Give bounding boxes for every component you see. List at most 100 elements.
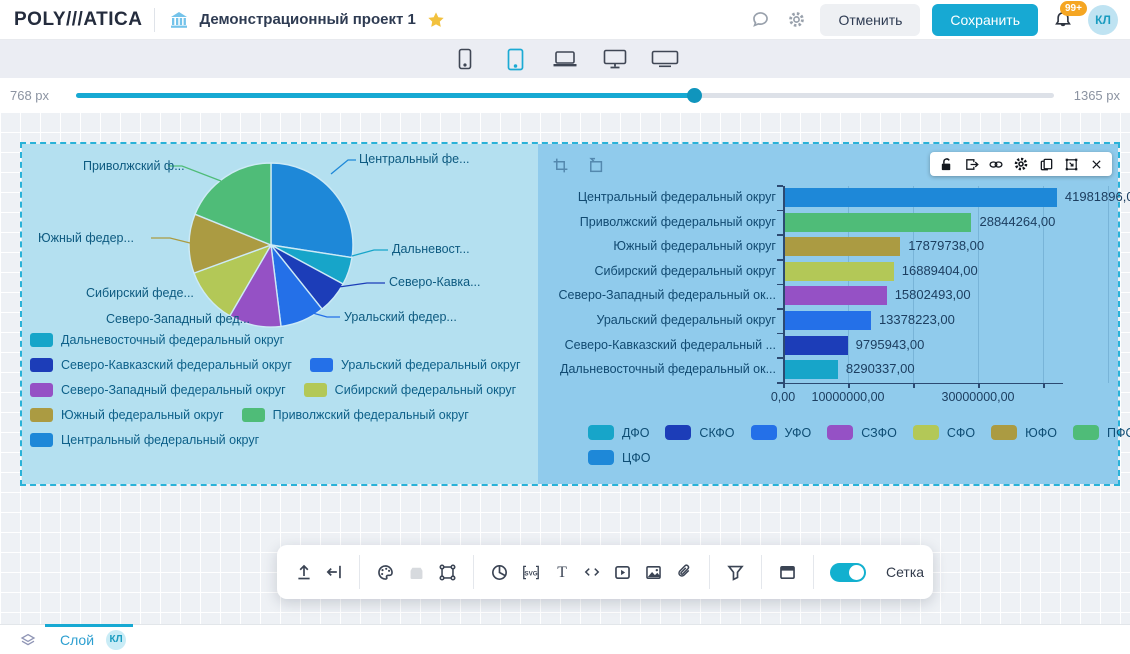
width-slider-fill [76, 93, 694, 98]
legend-item[interactable]: ПФО [1073, 425, 1130, 440]
bar[interactable] [784, 188, 1057, 207]
widget-selection-group[interactable]: Центральный фе...Дальневост...Северо-Кав… [20, 142, 1120, 486]
bar[interactable] [784, 286, 887, 305]
pie-chart-widget[interactable]: Центральный фе...Дальневост...Северо-Кав… [22, 144, 538, 484]
close-widget-icon[interactable] [1088, 156, 1104, 172]
panel-icon[interactable] [778, 560, 797, 584]
bar-row[interactable]: Северо-Кавказский федеральный ...9795943… [538, 334, 1116, 359]
pie-chart-tool-icon[interactable] [490, 560, 509, 584]
bar[interactable] [784, 336, 848, 355]
legend-item[interactable]: Центральный федеральный округ [30, 433, 259, 447]
layer-tab-label[interactable]: Слой [60, 632, 94, 648]
legend-swatch [30, 383, 53, 397]
bar-row[interactable]: Южный федеральный округ17879738,00 [538, 235, 1116, 260]
legend-item[interactable]: СФО [913, 425, 975, 440]
filter-icon[interactable] [726, 560, 745, 584]
image-tool-icon[interactable] [644, 560, 663, 584]
save-button[interactable]: Сохранить [932, 4, 1038, 36]
bar-category-label: Приволжский федеральный округ [538, 215, 776, 229]
attachment-icon[interactable] [675, 560, 693, 584]
legend-item[interactable]: Северо-Кавказский федеральный округ [30, 358, 292, 372]
pie-legend-row: Северо-Западный федеральный округ Сибирск… [30, 383, 521, 397]
project-title[interactable]: Демонстрационный проект 1 [199, 11, 415, 28]
device-tablet-icon[interactable] [500, 45, 530, 73]
indent-left-icon[interactable] [325, 560, 343, 584]
bar-row[interactable]: Сибирский федеральный округ16889404,00 [538, 260, 1116, 285]
transform-select-icon[interactable] [1063, 156, 1079, 172]
pie-chart[interactable] [187, 161, 355, 329]
video-tool-icon[interactable] [613, 560, 632, 584]
bar[interactable] [784, 213, 971, 232]
toolbar-divider [359, 555, 360, 589]
legend-item[interactable]: Сибирский федеральный округ [304, 383, 517, 397]
export-icon[interactable] [963, 156, 979, 172]
device-tv-icon[interactable] [650, 45, 680, 73]
bar[interactable] [784, 237, 900, 256]
crop-icon[interactable] [548, 153, 572, 177]
device-phone-icon[interactable] [450, 45, 480, 73]
transform-box-icon[interactable] [438, 560, 457, 584]
pie-callout-label: Южный федер... [38, 231, 134, 245]
legend-item[interactable]: Северо-Западный федеральный округ [30, 383, 286, 397]
min-width-label: 768 px [10, 88, 62, 103]
bar-category-label: Центральный федеральный округ [538, 190, 776, 204]
legend-label: СКФО [699, 426, 734, 440]
bar-category-label: Дальневосточный федеральный ок... [538, 362, 776, 376]
archive-icon[interactable] [407, 560, 426, 584]
legend-item[interactable]: СКФО [665, 425, 734, 440]
device-desktop-icon[interactable] [600, 45, 630, 73]
legend-label: ЦФО [622, 451, 650, 465]
y-axis-line [783, 186, 785, 383]
y-axis-tick [777, 357, 783, 359]
legend-item[interactable]: СЗФО [827, 425, 897, 440]
width-slider-handle[interactable] [687, 88, 702, 103]
legend-item[interactable]: Уральский федеральный округ [310, 358, 521, 372]
bar[interactable] [784, 360, 838, 379]
bar[interactable] [784, 311, 871, 330]
dashboard-canvas[interactable]: Центральный фе...Дальневост...Северо-Кав… [0, 112, 1130, 624]
settings-gear-icon[interactable] [784, 8, 808, 32]
active-layer-tab-indicator [45, 624, 133, 627]
legend-item[interactable]: УФО [751, 425, 812, 440]
legend-swatch [588, 450, 614, 465]
link-icon[interactable] [988, 156, 1004, 172]
legend-swatch [30, 358, 53, 372]
text-tool-icon[interactable]: T [553, 560, 571, 584]
bar-chart-widget[interactable]: Центральный федеральный округ41981896,00… [538, 144, 1118, 484]
send-backward-icon[interactable] [582, 153, 606, 177]
user-avatar[interactable]: КЛ [1088, 5, 1118, 35]
bar-row[interactable]: Центральный федеральный округ41981896,00 [538, 186, 1116, 211]
x-axis-tick [783, 383, 785, 388]
palette-icon[interactable] [376, 560, 395, 584]
grid-toggle[interactable] [830, 563, 866, 582]
legend-item[interactable]: ЮФО [991, 425, 1057, 440]
code-tool-icon[interactable] [583, 560, 601, 584]
bar-row[interactable]: Уральский федеральный округ13378223,00 [538, 309, 1116, 334]
bar-row[interactable]: Приволжский федеральный округ28844264,00 [538, 211, 1116, 236]
unlock-icon[interactable] [938, 156, 954, 172]
legend-item[interactable]: ДФО [588, 425, 649, 440]
pie-callout-label: Уральский федер... [344, 310, 457, 324]
notifications-bell-icon[interactable]: 99+ [1050, 7, 1076, 33]
device-laptop-icon[interactable] [550, 45, 580, 73]
upload-icon[interactable] [295, 560, 313, 584]
legend-item[interactable]: Южный федеральный округ [30, 408, 224, 422]
legend-item[interactable]: Дальневосточный федеральный округ [30, 333, 284, 347]
layer-user-badge: КЛ [106, 630, 126, 650]
layers-icon[interactable] [16, 628, 40, 652]
legend-item[interactable]: Приволжский федеральный округ [242, 408, 469, 422]
svg-tool-icon[interactable]: SVG [521, 560, 541, 584]
pie-slice[interactable] [271, 163, 353, 258]
bar-row[interactable]: Дальневосточный федеральный ок...8290337… [538, 358, 1116, 383]
legend-item[interactable]: ЦФО [588, 450, 650, 465]
widget-settings-gear-icon[interactable] [1013, 156, 1029, 172]
comments-icon[interactable] [748, 8, 772, 32]
bar-row[interactable]: Северо-Западный федеральный ок...1580249… [538, 284, 1116, 309]
x-tick-label: 0,00 [771, 390, 795, 404]
duplicate-icon[interactable] [1038, 156, 1054, 172]
bar[interactable] [784, 262, 894, 281]
cancel-button[interactable]: Отменить [820, 4, 920, 36]
width-slider[interactable] [76, 93, 1054, 98]
legend-label: Приволжский федеральный округ [273, 408, 469, 422]
favorite-star-icon[interactable] [424, 8, 448, 32]
